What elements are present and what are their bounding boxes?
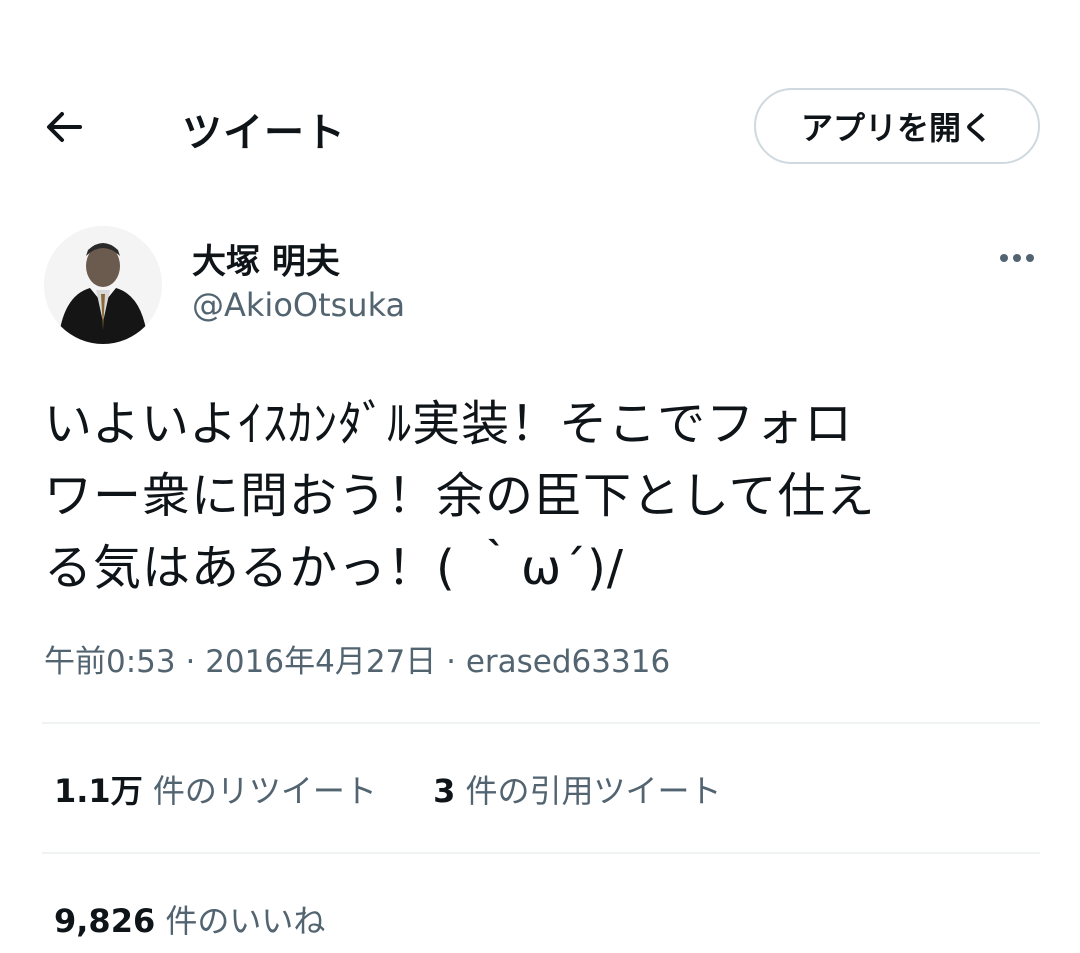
meta-separator: ·: [185, 644, 196, 680]
tweet-page: ツイート アプリを開く 大塚 明夫 @AkioOtsuka いよいよｲｽｶﾝﾀﾞ…: [0, 0, 1080, 953]
author-handle[interactable]: @AkioOtsuka: [192, 286, 405, 324]
divider: [42, 852, 1040, 854]
meta-separator: ·: [446, 644, 456, 680]
quote-tweets-stat[interactable]: 3 件の引用ツイート: [433, 766, 721, 812]
more-horizontal-icon: [1000, 254, 1034, 262]
divider: [42, 722, 1040, 724]
top-bar: ツイート アプリを開く: [0, 80, 1080, 174]
engagement-row: 1.1万 件のリツイート 3 件の引用ツイート: [54, 766, 722, 812]
likes-row: 9,826 件のいいね: [54, 896, 325, 942]
author-display-name[interactable]: 大塚 明夫: [192, 234, 340, 283]
quotes-label: 件の引用ツイート: [465, 772, 722, 810]
open-app-button[interactable]: アプリを開く: [754, 88, 1040, 164]
page-title: ツイート: [182, 110, 346, 156]
retweets-stat[interactable]: 1.1万 件のリツイート: [54, 766, 377, 812]
quotes-count: 3: [433, 772, 456, 810]
likes-count: 9,826: [54, 902, 156, 940]
arrow-left-icon: [47, 112, 82, 142]
likes-stat[interactable]: 9,826 件のいいね: [54, 896, 325, 942]
avatar[interactable]: [44, 226, 162, 344]
tweet-metadata: 午前0:53 · 2016年4月27日 · erased63316: [44, 636, 670, 681]
back-button[interactable]: [40, 102, 90, 152]
retweets-count: 1.1万: [54, 772, 143, 810]
likes-label: 件のいいね: [165, 902, 326, 940]
more-options-button[interactable]: [990, 240, 1046, 280]
tweet-time[interactable]: 午前0:53: [44, 644, 176, 680]
tweet-text: いよいよｲｽｶﾝﾀﾞﾙ実装！そこでフォロ ワー衆に問おう！余の臣下として仕え る…: [44, 396, 876, 596]
tweet-date[interactable]: 2016年4月27日: [205, 644, 436, 680]
retweets-label: 件のリツイート: [152, 772, 377, 810]
avatar-image: [44, 226, 162, 344]
tweet-source[interactable]: erased63316: [466, 644, 670, 680]
